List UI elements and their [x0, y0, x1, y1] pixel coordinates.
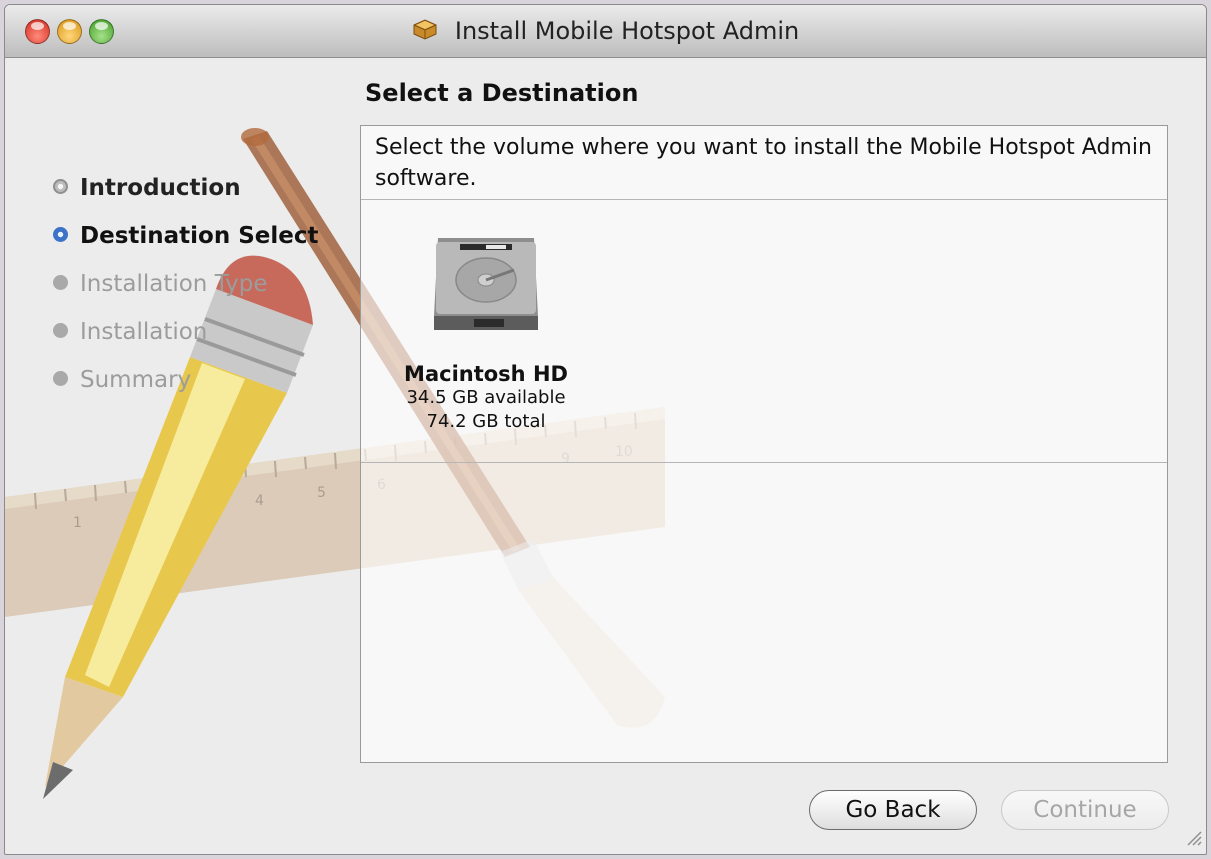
step-pending-bullet-icon: [53, 371, 68, 386]
step-installation-type: Installation Type: [53, 261, 319, 309]
step-pending-bullet-icon: [53, 323, 68, 338]
go-back-button[interactable]: Go Back: [809, 790, 977, 830]
step-label: Summary: [80, 367, 192, 393]
volume-macintosh-hd[interactable]: Macintosh HD 34.5 GB available 74.2 GB t…: [391, 224, 581, 434]
window-title: Install Mobile Hotspot Admin: [454, 17, 800, 45]
instructions-text: Select the volume where you want to inst…: [361, 126, 1167, 200]
step-installation: Installation: [53, 309, 319, 357]
title-bar[interactable]: Install Mobile Hotspot Admin: [5, 5, 1206, 58]
installer-package-icon: [412, 17, 438, 45]
continue-button[interactable]: Continue: [1001, 790, 1169, 830]
step-current-bullet-icon: [53, 227, 68, 242]
step-pending-bullet-icon: [53, 275, 68, 290]
volume-list: Macintosh HD 34.5 GB available 74.2 GB t…: [361, 200, 1167, 463]
step-label: Installation: [80, 319, 208, 345]
volume-name: Macintosh HD: [404, 362, 568, 386]
step-introduction: Introduction: [53, 165, 319, 213]
step-done-bullet-icon: [53, 179, 68, 194]
step-summary: Summary: [53, 357, 319, 405]
installer-window: Install Mobile Hotspot Admin 1 4 5 Selec…: [4, 4, 1207, 855]
step-label: Installation Type: [80, 271, 268, 297]
page-heading: Select a Destination: [365, 79, 639, 107]
volume-total: 74.2 GB total: [426, 411, 546, 432]
volume-available: 34.5 GB available: [406, 387, 566, 408]
destination-panel: Select the volume where you want to inst…: [360, 125, 1168, 763]
step-label: Destination Select: [80, 223, 319, 249]
step-label: Introduction: [80, 175, 241, 201]
ruler-tick-label: 4: [255, 493, 264, 509]
ruler-tick-label: 1: [73, 515, 82, 531]
installer-steps-list: Introduction Destination Select Installa…: [53, 165, 319, 405]
hard-drive-icon[interactable]: [430, 238, 542, 340]
ruler-tick-label: 5: [317, 485, 326, 501]
resize-grip-icon[interactable]: [1184, 828, 1202, 850]
step-destination-select: Destination Select: [53, 213, 319, 261]
